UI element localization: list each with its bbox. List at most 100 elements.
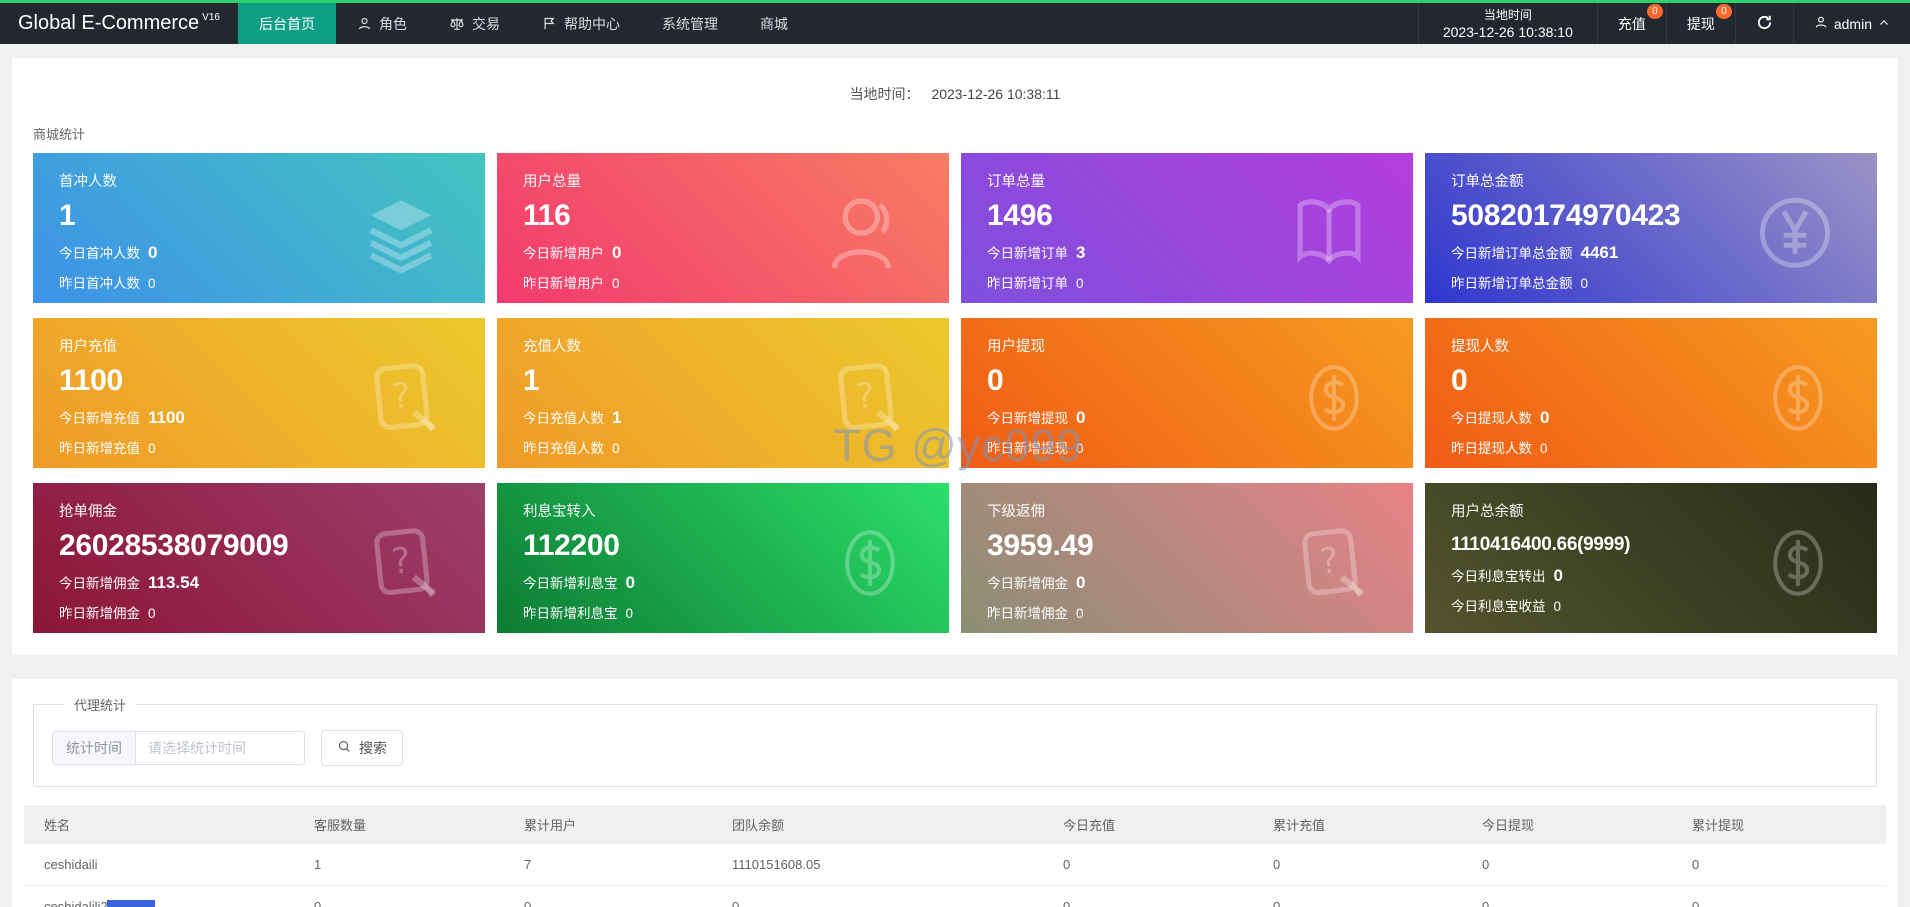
agent-table: 姓名 客服数量 累计用户 团队余额 今日充值 累计充值 今日提现 累计提现 ce…: [24, 805, 1886, 907]
agent-filter-row: 统计时间 搜索: [52, 730, 1858, 766]
stat-time-input[interactable]: [136, 732, 304, 764]
app-logo: Global E-Commerce V16: [0, 3, 238, 44]
card-line-value: 1100: [148, 408, 185, 427]
nav-item-trade[interactable]: 交易: [428, 3, 521, 44]
card-line-value: 0: [148, 243, 158, 262]
stat-card-grab-commission: 抢单佣金 26028538079009 今日新增佣金 113.54 昨日新增佣金 0…: [33, 483, 485, 633]
card-line-label: 今日新增订单总金额: [1451, 246, 1573, 261]
navbar-right: 当地时间 2023-12-26 10:38:10 充值 0 提现 0 admin: [1417, 3, 1910, 44]
card-line-label: 今日利息宝收益: [1451, 599, 1546, 614]
stat-cards-grid: 首冲人数 1 今日首冲人数 0 昨日首冲人数 0 用户总量 116 今日新增用户 0 …: [33, 153, 1877, 633]
table-cell: 0: [294, 885, 504, 907]
search-button[interactable]: 搜索: [321, 730, 403, 766]
card-line-value: 0: [1553, 599, 1562, 614]
card-line-label: 昨日新增提现: [987, 441, 1068, 456]
table-header: 累计提现: [1672, 805, 1886, 844]
local-time-value: 2023-12-26 10:38:10: [1442, 23, 1573, 40]
card-line-value: 0: [612, 243, 622, 262]
card-line-value: 3: [1076, 243, 1086, 262]
stat-card-user-recharge: 用户充值 1100 今日新增充值 1100 昨日新增充值 0 ?: [33, 318, 485, 468]
svg-text:?: ?: [1318, 540, 1341, 583]
svg-text:?: ?: [390, 540, 413, 583]
card-line-label: 今日提现人数: [1451, 411, 1532, 426]
agent-stats-fieldset: 代理统计 统计时间 搜索: [33, 695, 1877, 787]
card-line-label: 昨日新增用户: [523, 276, 604, 291]
layers-icon: [359, 193, 443, 273]
nav-item-roles[interactable]: 角色: [336, 3, 428, 44]
stat-card-withdraw-users: 提现人数 0 今日提现人数 0 昨日提现人数 0: [1425, 318, 1877, 468]
stat-card-total-users: 用户总量 116 今日新增用户 0 昨日新增用户 0: [497, 153, 949, 303]
panel-time-label: 当地时间：: [849, 86, 920, 102]
card-line-label: 昨日首冲人数: [59, 276, 140, 291]
app-version: V16: [202, 12, 220, 23]
card-line-label: 今日首冲人数: [59, 246, 140, 261]
table-cell: 0: [1043, 885, 1253, 907]
recharge-badge: 0: [1646, 4, 1663, 19]
nav-item-label: 后台首页: [258, 15, 315, 32]
document-question-pencil-icon: ?: [825, 357, 907, 439]
stat-time-label: 统计时间: [53, 732, 136, 764]
search-button-label: 搜索: [359, 740, 387, 756]
partial-blue-element: [107, 900, 155, 907]
table-cell: 0: [1253, 844, 1462, 886]
panel-time-value: 2023-12-26 10:38:11: [931, 86, 1061, 102]
card-line-label: 昨日新增佣金: [59, 606, 140, 621]
main-menu: 后台首页 角色 交易 帮助中心 系统管理 商城: [237, 3, 809, 44]
card-title: 下级返佣: [987, 504, 1045, 520]
card-title: 用户总余额: [1451, 504, 1524, 520]
svg-text:?: ?: [390, 375, 413, 418]
refresh-icon: [1756, 14, 1773, 34]
admin-label: admin: [1833, 15, 1872, 32]
admin-menu[interactable]: admin: [1792, 3, 1910, 44]
table-row: ceshidalili2 0 0 0 0 0 0 0: [24, 885, 1886, 907]
table-cell: ceshidaili: [24, 844, 294, 886]
card-line-value: 0: [612, 276, 620, 291]
card-line-value: 0: [625, 606, 634, 621]
card-title: 首冲人数: [59, 174, 117, 190]
stat-card-lixibao-in: 利息宝转入 112200 今日新增利息宝 0 昨日新增利息宝 0: [497, 483, 949, 633]
card-title: 充值人数: [523, 339, 581, 355]
card-title: 提现人数: [1451, 339, 1509, 355]
top-navbar: Global E-Commerce V16 后台首页 角色 交易 帮助中心 系统…: [0, 0, 1910, 44]
nav-item-mall[interactable]: 商城: [739, 3, 809, 44]
document-question-pencil-icon: ?: [361, 357, 443, 439]
card-line-value: 113.54: [148, 573, 200, 592]
withdraw-label: 提现: [1686, 15, 1715, 32]
table-cell: 0: [1672, 844, 1886, 886]
user-icon: [1814, 15, 1828, 32]
user-icon: [821, 190, 907, 276]
card-title: 利息宝转入: [523, 504, 596, 520]
stat-card-user-withdraw: 用户提现 0 今日新增提现 0 昨日新增提现 0: [961, 318, 1413, 468]
recharge-button[interactable]: 充值 0: [1596, 3, 1666, 44]
table-header: 累计用户: [504, 805, 712, 844]
book-icon: [1287, 191, 1371, 275]
card-line-label: 昨日新增订单总金额: [1451, 276, 1573, 291]
stat-card-subordinate-rebate: 下级返佣 3959.49 今日新增佣金 0 昨日新增佣金 0 ?: [961, 483, 1413, 633]
table-header: 今日充值: [1043, 805, 1253, 844]
nav-item-label: 商城: [759, 15, 788, 32]
card-title: 订单总量: [987, 174, 1045, 190]
search-icon: [337, 739, 352, 757]
card-line-label: 今日新增订单: [987, 246, 1068, 261]
table-cell: 1110151608.05: [712, 844, 1043, 886]
card-line-label: 今日新增提现: [987, 411, 1068, 426]
table-header: 团队余额: [712, 805, 1043, 844]
nav-item-system[interactable]: 系统管理: [641, 3, 739, 44]
withdraw-button[interactable]: 提现 0: [1665, 3, 1735, 44]
nav-item-help-center[interactable]: 帮助中心: [521, 3, 641, 44]
stats-panel: 当地时间： 2023-12-26 10:38:11 商城统计 首冲人数 1 今日…: [12, 58, 1898, 655]
card-line-value: 0: [148, 276, 156, 291]
nav-item-home[interactable]: 后台首页: [237, 3, 336, 44]
table-header: 姓名: [24, 805, 294, 844]
nav-item-label: 角色: [378, 15, 407, 32]
card-line-value: 0: [148, 441, 156, 456]
card-line-value: 0: [148, 606, 156, 621]
refresh-button[interactable]: [1734, 3, 1793, 44]
card-line-value: 0: [1076, 408, 1086, 427]
table-cell: 0: [1462, 844, 1672, 886]
stat-card-recharge-users: 充值人数 1 今日充值人数 1 昨日充值人数 0 ?: [497, 318, 949, 468]
flag-icon: [542, 16, 557, 31]
card-line-value: 0: [612, 441, 620, 456]
card-line-label: 昨日新增佣金: [987, 606, 1068, 621]
card-title: 用户提现: [987, 339, 1045, 355]
